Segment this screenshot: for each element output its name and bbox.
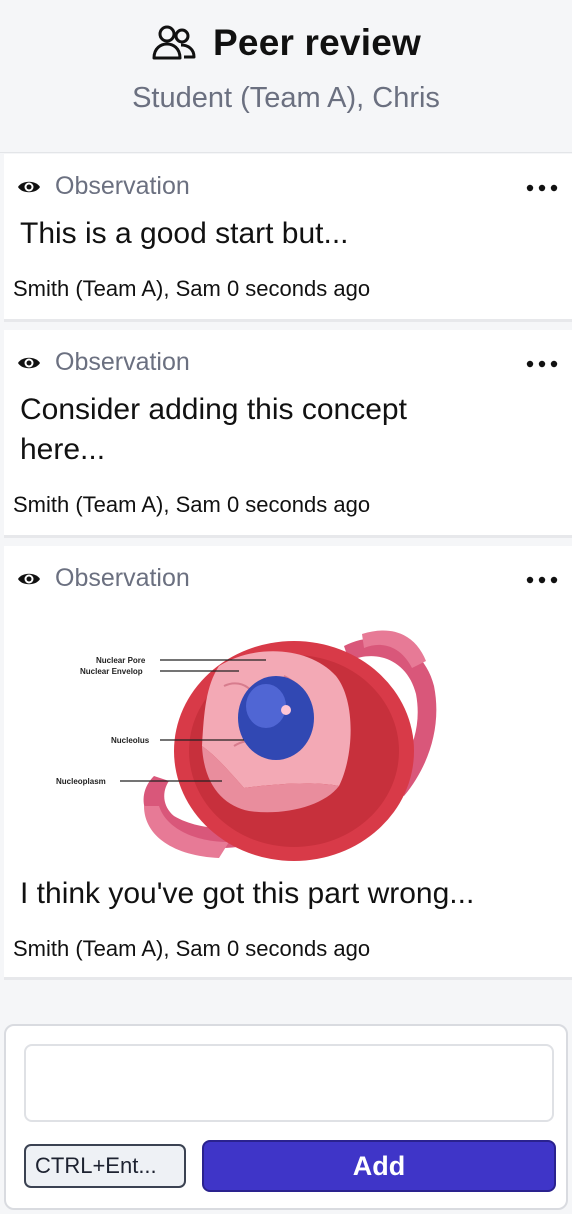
comment-text: I think you've got this part wrong... xyxy=(20,877,475,910)
users-icon xyxy=(152,25,196,60)
title-row: Peer review xyxy=(0,20,572,66)
label-nucleolus: Nucleolus xyxy=(111,736,150,745)
panel-header: Peer review Student (Team A), Chris xyxy=(0,0,572,153)
comment-meta: Smith (Team A), Sam 0 seconds ago xyxy=(13,492,371,517)
card-header: Observation xyxy=(17,564,190,593)
more-options-icon[interactable] xyxy=(526,360,558,368)
eye-icon xyxy=(18,181,40,192)
card-type-label: Observation xyxy=(55,348,190,376)
card-header: Observation xyxy=(17,172,190,201)
observation-card: Observation This is a good start but... … xyxy=(4,154,572,322)
keyboard-shortcut-hint: CTRL+Ent... xyxy=(24,1144,186,1188)
observation-card: Observation Nuclear Pore Nuclear Envelop… xyxy=(4,546,572,980)
comment-composer: CTRL+Ent... Add xyxy=(4,1024,568,1210)
label-nucleoplasm: Nucleoplasm xyxy=(56,777,106,786)
card-type-label: Observation xyxy=(55,564,190,592)
page-subtitle: Student (Team A), Chris xyxy=(132,82,440,114)
label-nuclear-pore: Nuclear Pore xyxy=(96,656,146,665)
comment-meta: Smith (Team A), Sam 0 seconds ago xyxy=(13,276,371,301)
observation-card: Observation Consider adding this concept… xyxy=(4,330,572,538)
comment-text-line-2: here... xyxy=(20,433,106,466)
eye-icon xyxy=(18,573,40,584)
nucleus-diagram-image: Nuclear Pore Nuclear Envelop Nucleolus N… xyxy=(56,630,437,861)
comment-text: This is a good start but... xyxy=(20,217,349,250)
more-options-icon[interactable] xyxy=(526,576,558,584)
page-title: Peer review xyxy=(213,22,421,63)
comment-input[interactable] xyxy=(24,1044,554,1122)
comment-meta: Smith (Team A), Sam 0 seconds ago xyxy=(13,936,371,961)
label-nuclear-envelope: Nuclear Envelop xyxy=(80,667,143,676)
more-options-icon[interactable] xyxy=(526,184,558,192)
comment-text-line-1: Consider adding this concept xyxy=(20,393,407,426)
eye-icon xyxy=(18,357,40,368)
card-type-label: Observation xyxy=(55,172,190,200)
add-button[interactable]: Add xyxy=(202,1140,556,1192)
card-header: Observation xyxy=(17,348,190,377)
